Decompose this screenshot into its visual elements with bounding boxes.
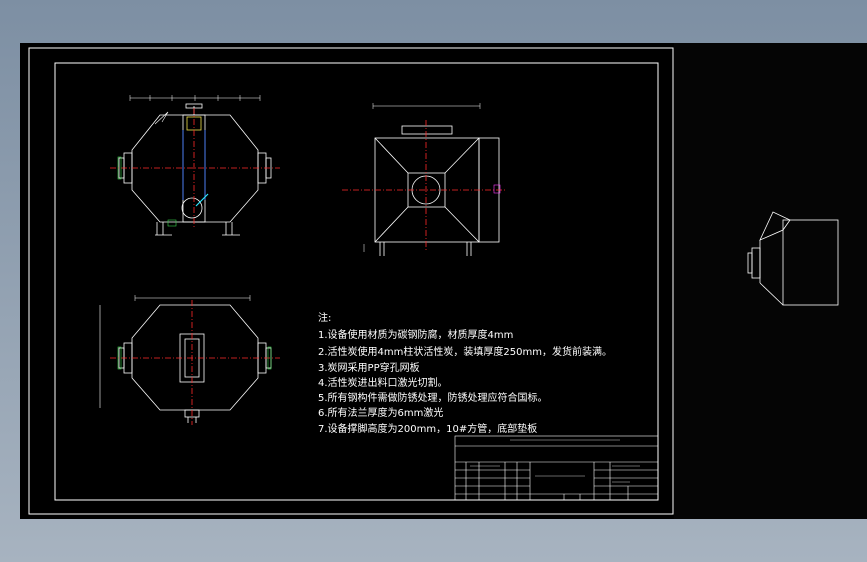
note-item-6: 6.所有法兰厚度为6mm激光 [318, 406, 443, 419]
note-item-7: 7.设备撑脚高度为200mm，10#方管，底部垫板 [318, 422, 537, 435]
note-item-2: 2.活性炭使用4mm柱状活性炭，装填厚度250mm，发货前装满。 [318, 345, 612, 358]
notes-heading: 注: [318, 311, 331, 324]
note-item-3: 3.炭网采用PP穿孔网板 [318, 361, 420, 374]
note-item-5: 5.所有钢构件需做防锈处理，防锈处理应符合国标。 [318, 391, 548, 404]
note-item-4: 4.活性炭进出料口激光切割。 [318, 376, 448, 389]
cad-drawing: 注: 1.设备使用材质为碳钢防腐，材质厚度4mm 2.活性炭使用4mm柱状活性炭… [20, 43, 867, 519]
note-item-1: 1.设备使用材质为碳钢防腐，材质厚度4mm [318, 328, 513, 341]
